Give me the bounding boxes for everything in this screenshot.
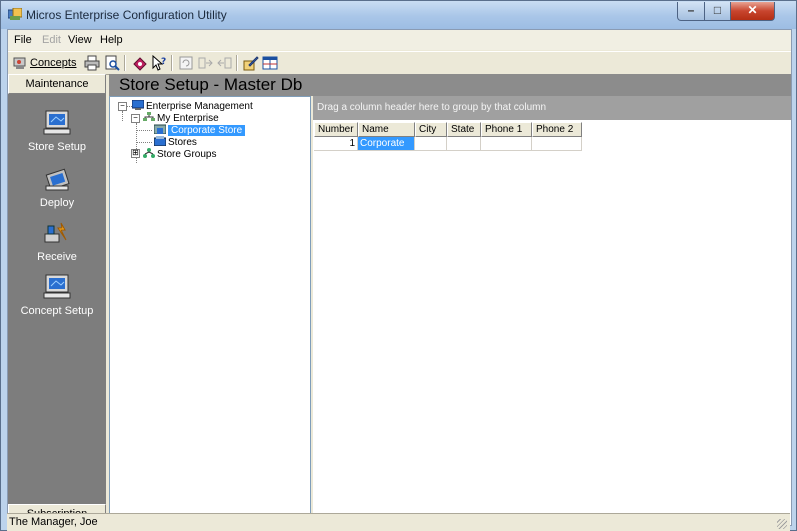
receive-icon — [44, 222, 67, 243]
toolbar-separator — [124, 55, 126, 71]
move-right-icon[interactable] — [198, 55, 214, 71]
collapse-toggle[interactable]: − — [131, 114, 140, 123]
sidebar-item-store-setup[interactable]: Store Setup — [8, 110, 106, 153]
tree-connector — [136, 130, 152, 131]
menu-edit[interactable]: Edit — [42, 34, 61, 46]
menu-file[interactable]: File — [14, 34, 32, 46]
expand-toggle[interactable]: ⊞ — [131, 149, 140, 158]
resize-grip-icon[interactable] — [777, 519, 787, 529]
minimize-icon: – — [687, 3, 695, 17]
print-icon[interactable] — [84, 55, 100, 71]
concepts-button[interactable]: Concepts — [30, 57, 76, 69]
client-area: File Edit View Help Concepts ? Maintenan… — [7, 29, 792, 526]
cell-phone-2[interactable] — [532, 137, 582, 151]
sidebar-header-maintenance[interactable]: Maintenance — [8, 74, 106, 94]
store-icon — [154, 124, 166, 134]
toolbar-separator — [171, 55, 173, 71]
cell-name[interactable]: Corporate — [358, 137, 415, 151]
column-header-number[interactable]: Number — [314, 122, 358, 137]
tree-item-my-enterprise[interactable]: My Enterprise — [143, 112, 219, 124]
print-preview-icon[interactable] — [104, 55, 120, 71]
status-bar: The Manager, Joe — [7, 513, 790, 531]
deploy-icon — [45, 168, 70, 191]
toolbar-separator — [236, 55, 238, 71]
sidebar-item-concept-setup[interactable]: Concept Setup — [8, 274, 106, 317]
tree-item-store-groups[interactable]: Store Groups — [143, 148, 216, 160]
menu-help[interactable]: Help — [100, 34, 123, 46]
monitor-icon — [43, 274, 71, 299]
sidebar-item-deploy[interactable]: Deploy — [8, 166, 106, 209]
app-icon — [8, 8, 22, 20]
enterprise-icon — [132, 100, 144, 110]
tree-item-enterprise-management[interactable]: Enterprise Management — [132, 100, 253, 112]
maximize-icon: □ — [713, 3, 722, 17]
properties-icon[interactable] — [132, 55, 148, 71]
column-header-phone-1[interactable]: Phone 1 — [481, 122, 532, 137]
column-header-name[interactable]: Name — [358, 122, 415, 137]
tree-item-label: Stores — [168, 137, 197, 148]
concepts-icon[interactable] — [12, 55, 28, 71]
page-title: Store Setup - Master Db — [119, 75, 303, 94]
column-header-phone-2[interactable]: Phone 2 — [532, 122, 582, 137]
tree-item-label: Store Groups — [157, 149, 217, 160]
cell-state[interactable] — [447, 137, 481, 151]
tree-view[interactable]: − Enterprise Management − My Enterprise … — [109, 96, 311, 524]
svg-text:?: ? — [161, 57, 166, 67]
refresh-icon[interactable] — [178, 55, 194, 71]
maximize-button[interactable]: □ — [704, 2, 731, 21]
tree-item-stores[interactable]: Stores — [154, 136, 197, 148]
app-window: Micros Enterprise Configuration Utility … — [0, 0, 797, 531]
split-icon[interactable] — [262, 55, 278, 71]
tree-item-label: Corporate Store — [168, 125, 246, 136]
cell-number[interactable]: 1 — [314, 137, 358, 151]
toolbar: Concepts ? — [8, 51, 791, 75]
sidebar-item-label: Receive — [37, 251, 77, 263]
close-button[interactable]: ✕ — [730, 2, 775, 21]
sidebar-item-label: Concept Setup — [20, 305, 94, 317]
content-header: Store Setup - Master Db — [109, 74, 791, 96]
tree-connector — [122, 111, 123, 121]
group-hint: Drag a column header here to group by th… — [317, 102, 547, 113]
tree-item-label: My Enterprise — [157, 113, 219, 124]
data-grid: Drag a column header here to group by th… — [313, 96, 791, 525]
minimize-button[interactable]: – — [677, 2, 705, 21]
edit-icon[interactable] — [243, 55, 259, 71]
store-groups-icon — [143, 148, 155, 158]
menu-view[interactable]: View — [68, 34, 92, 46]
monitor-icon — [43, 110, 71, 135]
sidebar-item-receive[interactable]: Receive — [8, 220, 106, 263]
cell-phone-1[interactable] — [481, 137, 532, 151]
tree-item-label: Enterprise Management — [146, 101, 253, 112]
close-icon: ✕ — [747, 3, 758, 17]
tree-connector — [136, 142, 152, 143]
group-by-area[interactable]: Drag a column header here to group by th… — [313, 96, 791, 120]
cell-city[interactable] — [415, 137, 447, 151]
tree-item-corporate-store[interactable]: Corporate Store — [154, 124, 246, 136]
move-left-icon[interactable] — [216, 55, 232, 71]
network-icon — [143, 112, 155, 121]
sidebar-item-label: Deploy — [39, 197, 75, 209]
context-help-icon[interactable]: ? — [151, 55, 167, 71]
sidebar-item-label: Store Setup — [27, 141, 87, 153]
status-user: The Manager, Joe — [9, 516, 98, 528]
menu-bar: File Edit View Help — [8, 30, 791, 50]
title-bar[interactable]: Micros Enterprise Configuration Utility … — [1, 1, 796, 29]
sidebar: Maintenance Store Setup Deploy Receive C… — [8, 74, 106, 525]
window-title: Micros Enterprise Configuration Utility — [26, 8, 227, 22]
column-header-state[interactable]: State — [447, 122, 481, 137]
stores-icon — [154, 136, 166, 146]
collapse-toggle[interactable]: − — [118, 102, 127, 111]
column-header-city[interactable]: City — [415, 122, 447, 137]
